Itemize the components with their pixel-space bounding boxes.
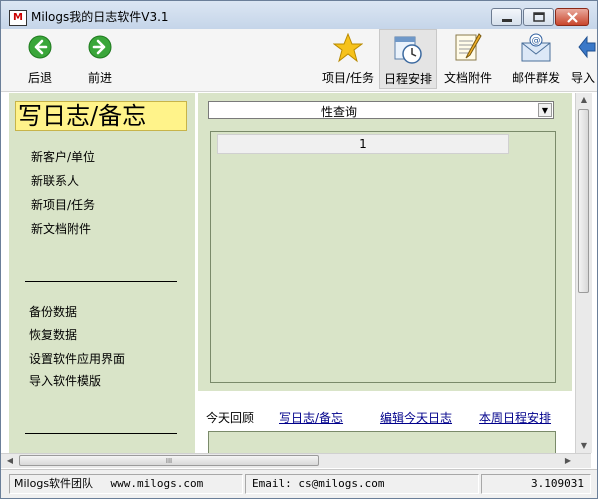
maximize-button[interactable] [523, 8, 554, 26]
calendar-clock-icon [394, 36, 422, 64]
query-type-select[interactable]: 性查询 ▼ [208, 101, 554, 119]
minimize-button[interactable] [491, 8, 522, 26]
attachments-button[interactable]: 文档附件 [439, 29, 497, 89]
arrow-left-icon [28, 35, 52, 59]
divider [25, 433, 177, 434]
import-template-link[interactable]: 导入软件模版 [29, 372, 101, 389]
document-pencil-icon [455, 33, 482, 61]
import-icon [578, 35, 596, 59]
mail-icon: @ [521, 33, 551, 62]
arrow-right-icon [88, 35, 112, 59]
scroll-thumb[interactable]: III [19, 455, 319, 466]
divider [25, 281, 177, 282]
attachments-label: 文档附件 [443, 71, 492, 85]
back-label: 后退 [27, 71, 52, 85]
query-type-value: 性查询 [321, 105, 358, 119]
query-panel: 性查询 ▼ 1 [198, 93, 572, 391]
new-project-link[interactable]: 新项目/任务 [31, 196, 95, 213]
status-team: Milogs软件团队 www.milogs.com [9, 474, 243, 494]
today-content-box [208, 431, 556, 455]
status-bar: Milogs软件团队 www.milogs.com Email: cs@milo… [1, 469, 597, 498]
forward-button[interactable]: 前进 [75, 29, 125, 89]
window-title: Milogs我的日志软件V3.1 [31, 10, 169, 24]
mass-mail-button[interactable]: @ 邮件群发 [507, 29, 565, 89]
chevron-down-icon[interactable]: ▼ [538, 103, 552, 117]
backup-data-link[interactable]: 备份数据 [29, 303, 77, 320]
maximize-icon [533, 12, 545, 22]
week-schedule-link[interactable]: 本周日程安排 [479, 409, 551, 426]
edit-today-log-link[interactable]: 编辑今天日志 [380, 409, 452, 426]
new-customer-link[interactable]: 新客户/单位 [31, 148, 95, 165]
today-review-label: 今天回顾 [206, 411, 255, 425]
vertical-scrollbar[interactable]: ▲ ▼ [575, 93, 592, 453]
new-attachment-link[interactable]: 新文档附件 [31, 220, 91, 237]
star-icon [333, 33, 363, 63]
scroll-left-icon[interactable]: ◀ [3, 454, 17, 468]
results-grid[interactable]: 1 [210, 131, 556, 383]
scroll-right-icon[interactable]: ▶ [561, 454, 575, 468]
app-logo-icon: M [9, 10, 27, 26]
scroll-down-icon[interactable]: ▼ [576, 439, 592, 453]
scroll-thumb[interactable] [578, 109, 589, 293]
minimize-icon [502, 19, 512, 22]
write-log-button[interactable]: 写日志/备忘 [15, 101, 187, 131]
import-label: 导入 [571, 71, 596, 85]
grid-header-cell: 1 [217, 134, 509, 154]
back-button[interactable]: 后退 [15, 29, 65, 89]
new-contact-link[interactable]: 新联系人 [31, 172, 79, 189]
team-name: Milogs软件团队 [14, 477, 94, 490]
website-text: www.milogs.com [110, 477, 204, 490]
projects-tasks-button[interactable]: 项目/任务 [319, 29, 377, 89]
ui-settings-link[interactable]: 设置软件应用界面 [29, 350, 125, 367]
left-panel: 写日志/备忘 新客户/单位 新联系人 新项目/任务 新文档附件 备份数据 恢复数… [9, 93, 195, 453]
scroll-up-icon[interactable]: ▲ [576, 93, 592, 107]
status-version: 3.109031 [481, 474, 591, 494]
status-email: Email: cs@milogs.com [245, 474, 479, 494]
mass-mail-label: 邮件群发 [511, 71, 560, 85]
forward-label: 前进 [87, 71, 112, 85]
projects-tasks-label: 项目/任务 [321, 71, 375, 85]
schedule-button[interactable]: 日程安排 [379, 29, 437, 89]
svg-text:@: @ [532, 36, 541, 46]
close-icon [567, 12, 578, 23]
write-log-link[interactable]: 写日志/备忘 [279, 409, 343, 426]
restore-data-link[interactable]: 恢复数据 [29, 326, 77, 343]
toolbar: 后退 前进 项目/任务 日程安排 文档附件 @ 邮件群发 导入 [1, 29, 597, 92]
today-links-panel: 今天回顾 写日志/备忘 编辑今天日志 本周日程安排 [198, 395, 572, 455]
app-window: M Milogs我的日志软件V3.1 后退 前进 项目/任务 日程安排 文档附件… [0, 0, 598, 499]
schedule-label: 日程安排 [383, 72, 432, 86]
title-bar: M Milogs我的日志软件V3.1 [1, 1, 597, 30]
close-button[interactable] [555, 8, 589, 26]
import-button[interactable]: 导入 [567, 29, 597, 89]
horizontal-scrollbar[interactable]: ◀ III ▶ [1, 453, 591, 468]
